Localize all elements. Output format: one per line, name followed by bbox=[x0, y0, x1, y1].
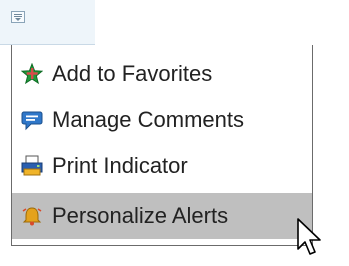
menu-item-label: Print Indicator bbox=[52, 153, 188, 178]
menu-item-manage-comments[interactable]: Manage Comments bbox=[12, 97, 312, 143]
menu-item-label: Personalize Alerts bbox=[52, 203, 229, 228]
add-favorite-star-icon bbox=[21, 63, 43, 85]
mouse-cursor-icon bbox=[297, 218, 321, 255]
menu-item-print-indicator[interactable]: Print Indicator bbox=[12, 143, 312, 189]
screen-root: Add to Favorites Manage Comments Print I… bbox=[0, 0, 349, 266]
comment-bubble-icon bbox=[21, 109, 43, 131]
printer-icon bbox=[21, 155, 43, 177]
menu-item-add-to-favorites[interactable]: Add to Favorites bbox=[12, 51, 312, 97]
menu-trigger-button[interactable] bbox=[11, 11, 25, 23]
dropdown-menu-icon bbox=[14, 14, 22, 21]
menu-item-personalize-alerts[interactable]: Personalize Alerts bbox=[12, 193, 312, 239]
menu-item-label: Manage Comments bbox=[52, 107, 244, 132]
menu-item-label: Add to Favorites bbox=[52, 61, 213, 86]
toolbar-area bbox=[0, 0, 95, 45]
context-menu: Add to Favorites Manage Comments Print I… bbox=[11, 45, 313, 246]
alarm-bell-icon bbox=[21, 205, 43, 227]
